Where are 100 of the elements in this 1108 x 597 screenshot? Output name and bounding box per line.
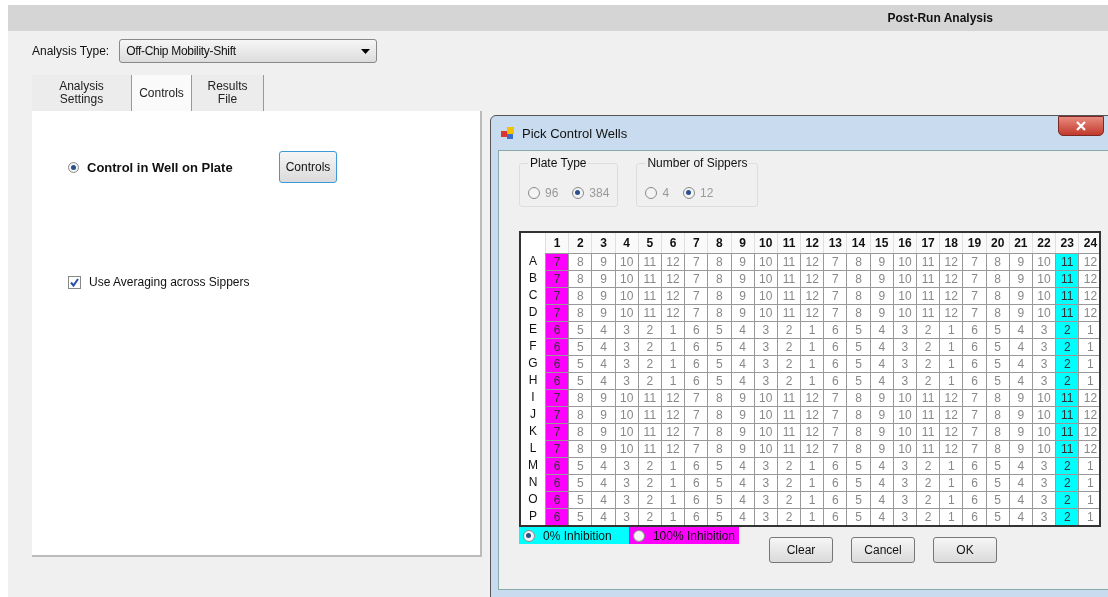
well-cell[interactable]: 11 <box>637 304 661 321</box>
well-cell[interactable]: 9 <box>730 253 754 270</box>
well-cell[interactable]: 10 <box>892 423 916 440</box>
well-cell[interactable]: 11 <box>1055 270 1079 287</box>
well-cell[interactable]: 8 <box>568 270 592 287</box>
well-cell[interactable]: 7 <box>823 389 847 406</box>
well-cell[interactable]: 12 <box>1078 304 1099 321</box>
well-cell[interactable]: 10 <box>753 304 777 321</box>
well-cell[interactable]: 2 <box>916 491 940 508</box>
well-cell[interactable]: 8 <box>846 440 870 457</box>
well-cell[interactable]: 12 <box>939 440 963 457</box>
well-cell[interactable]: 4 <box>591 355 615 372</box>
well-cell[interactable]: 4 <box>591 321 615 338</box>
well-cell[interactable]: 5 <box>568 321 592 338</box>
well-cell[interactable]: 3 <box>753 372 777 389</box>
well-cell[interactable]: 5 <box>846 321 870 338</box>
well-cell[interactable]: 1 <box>939 338 963 355</box>
well-cell[interactable]: 4 <box>591 372 615 389</box>
well-cell[interactable]: 5 <box>568 338 592 355</box>
well-cell[interactable]: 6 <box>962 508 986 525</box>
well-cell[interactable]: 9 <box>1008 423 1032 440</box>
well-cell[interactable]: 10 <box>614 406 638 423</box>
well-cell[interactable]: 10 <box>753 287 777 304</box>
well-cell[interactable]: 9 <box>869 440 893 457</box>
well-cell[interactable]: 3 <box>614 321 638 338</box>
well-cell[interactable]: 4 <box>730 508 754 525</box>
well-cell[interactable]: 10 <box>614 253 638 270</box>
well-cell[interactable]: 11 <box>1055 287 1079 304</box>
well-cell[interactable]: 12 <box>800 406 824 423</box>
well-cell[interactable]: 11 <box>637 253 661 270</box>
well-cell[interactable]: 4 <box>1008 338 1032 355</box>
well-cell[interactable]: 1 <box>660 321 685 338</box>
well-cell[interactable]: 9 <box>591 423 615 440</box>
well-cell[interactable]: 7 <box>962 389 986 406</box>
well-cell[interactable]: 8 <box>707 406 731 423</box>
well-cell[interactable]: 2 <box>776 457 801 474</box>
well-cell[interactable]: 1 <box>660 474 685 491</box>
well-cell[interactable]: 8 <box>985 440 1009 457</box>
well-cell[interactable]: 12 <box>939 270 963 287</box>
well-cell[interactable]: 3 <box>614 355 638 372</box>
well-cell[interactable]: 7 <box>545 287 569 304</box>
well-cell[interactable]: 7 <box>684 406 708 423</box>
well-cell[interactable]: 2 <box>776 491 801 508</box>
well-cell[interactable]: 7 <box>684 423 708 440</box>
well-cell[interactable]: 2 <box>637 321 661 338</box>
well-cell[interactable]: 4 <box>730 338 754 355</box>
well-cell[interactable]: 5 <box>707 338 731 355</box>
well-cell[interactable]: 9 <box>1008 440 1032 457</box>
well-cell[interactable]: 2 <box>1055 372 1079 389</box>
well-cell[interactable]: 4 <box>591 474 615 491</box>
well-cell[interactable]: 5 <box>846 474 870 491</box>
well-cell[interactable]: 4 <box>591 508 615 525</box>
well-cell[interactable]: 7 <box>823 270 847 287</box>
well-cell[interactable]: 1 <box>660 338 685 355</box>
legend-option[interactable]: 100% Inhibition <box>629 527 739 544</box>
well-cell[interactable]: 11 <box>1055 440 1079 457</box>
well-cell[interactable]: 5 <box>846 372 870 389</box>
well-cell[interactable]: 5 <box>568 372 592 389</box>
well-cell[interactable]: 8 <box>985 423 1009 440</box>
well-cell[interactable]: 6 <box>545 474 569 491</box>
well-cell[interactable]: 2 <box>776 372 801 389</box>
well-cell[interactable]: 5 <box>707 372 731 389</box>
well-cell[interactable]: 11 <box>637 440 661 457</box>
dialog-button[interactable]: Cancel <box>851 537 915 563</box>
well-cell[interactable]: 5 <box>568 474 592 491</box>
well-cell[interactable]: 12 <box>660 389 685 406</box>
well-cell[interactable]: 6 <box>684 457 708 474</box>
well-cell[interactable]: 2 <box>916 372 940 389</box>
well-cell[interactable]: 5 <box>568 491 592 508</box>
well-cell[interactable]: 6 <box>823 474 847 491</box>
well-cell[interactable]: 11 <box>637 287 661 304</box>
well-cell[interactable]: 7 <box>684 253 708 270</box>
well-cell[interactable]: 9 <box>869 389 893 406</box>
well-cell[interactable]: 12 <box>939 389 963 406</box>
well-cell[interactable]: 8 <box>707 253 731 270</box>
well-cell[interactable]: 1 <box>800 338 824 355</box>
well-cell[interactable]: 8 <box>846 270 870 287</box>
well-cell[interactable]: 9 <box>591 287 615 304</box>
well-cell[interactable]: 2 <box>1055 508 1079 525</box>
well-cell[interactable]: 1 <box>1078 508 1099 525</box>
well-cell[interactable]: 9 <box>730 304 754 321</box>
well-cell[interactable]: 11 <box>1055 423 1079 440</box>
well-cell[interactable]: 12 <box>660 406 685 423</box>
well-cell[interactable]: 11 <box>1055 253 1079 270</box>
well-cell[interactable]: 9 <box>1008 406 1032 423</box>
well-cell[interactable]: 9 <box>591 304 615 321</box>
well-cell[interactable]: 10 <box>753 389 777 406</box>
well-cell[interactable]: 6 <box>684 338 708 355</box>
well-cell[interactable]: 4 <box>1008 355 1032 372</box>
well-cell[interactable]: 8 <box>985 270 1009 287</box>
well-cell[interactable]: 7 <box>962 270 986 287</box>
well-cell[interactable]: 2 <box>776 508 801 525</box>
well-cell[interactable]: 5 <box>985 355 1009 372</box>
well-cell[interactable]: 1 <box>1078 321 1099 338</box>
well-cell[interactable]: 8 <box>568 440 592 457</box>
well-cell[interactable]: 8 <box>707 270 731 287</box>
well-cell[interactable]: 10 <box>614 423 638 440</box>
well-cell[interactable]: 5 <box>707 355 731 372</box>
well-cell[interactable]: 8 <box>846 287 870 304</box>
well-cell[interactable]: 8 <box>707 304 731 321</box>
